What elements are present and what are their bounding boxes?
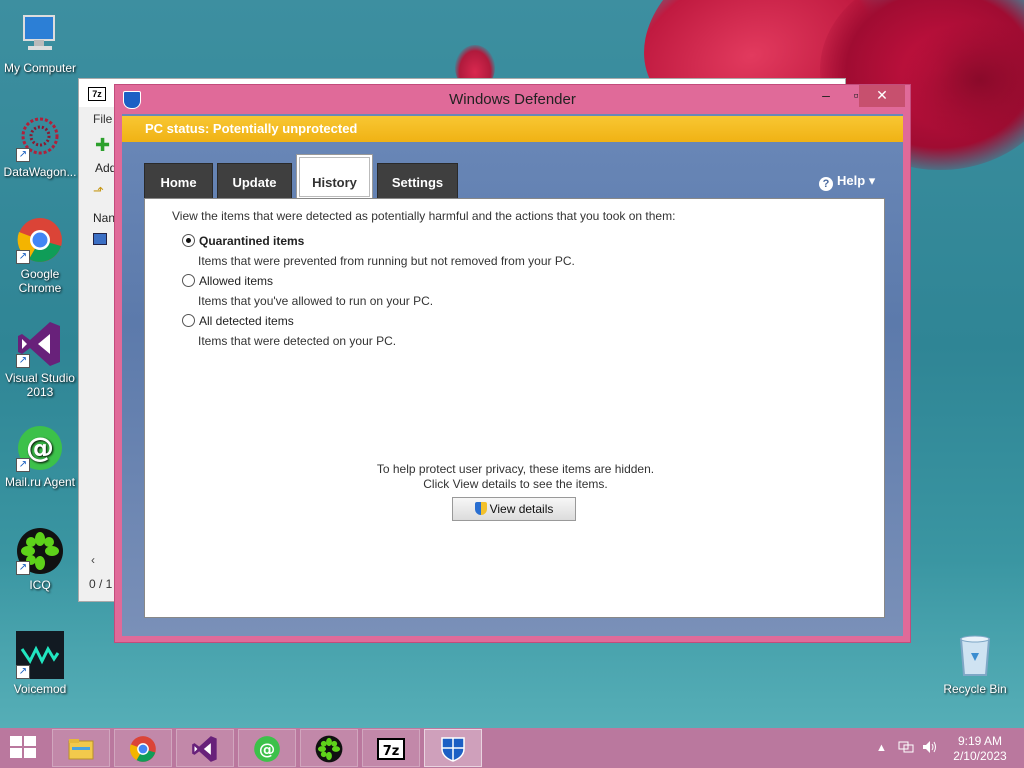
desktop-icon-mail-ru-agent[interactable]: @ ↗ Mail.ru Agent	[0, 424, 80, 489]
privacy-line: Click View details to see the items.	[423, 477, 608, 491]
7zip-menu-file[interactable]: File	[93, 112, 112, 126]
option-description: Items that were prevented from running b…	[198, 254, 575, 268]
radio-all-detected-items[interactable]: All detected items	[182, 314, 294, 328]
taskbar-windows-defender[interactable]	[424, 729, 482, 767]
desktop-icon-icq[interactable]: ↗ ICQ	[0, 527, 80, 592]
tab-history[interactable]: History	[296, 154, 373, 199]
minimize-button[interactable]: –	[811, 85, 841, 107]
taskbar-icq[interactable]	[300, 729, 358, 767]
shortcut-arrow-icon: ↗	[16, 665, 30, 679]
desktop-icon-label: ICQ	[29, 578, 51, 592]
desktop-icon-datawagon[interactable]: ↗ DataWagon...	[0, 114, 80, 179]
file-icon	[93, 233, 107, 245]
tab-update[interactable]: Update	[217, 163, 292, 199]
mail-ru-agent-icon: @	[253, 735, 281, 763]
desktop-icon-label: Google Chrome	[18, 267, 62, 295]
file-explorer-icon	[67, 735, 95, 763]
7zip-logo-icon: 7z	[88, 87, 106, 101]
view-details-label: View details	[489, 502, 554, 516]
option-description: Items that were detected on your PC.	[198, 334, 397, 348]
clock-time: 9:19 AM	[957, 734, 1003, 748]
windows-defender-icon	[439, 735, 467, 763]
desktop-icon-my-computer[interactable]: My Computer	[0, 10, 80, 75]
taskbar: @ 7z ▲ 9:19 AM 2/10/2023	[0, 728, 1024, 768]
privacy-message: To help protect user privacy, these item…	[145, 462, 886, 492]
chrome-icon	[129, 735, 157, 763]
history-intro: View the items that were detected as pot…	[172, 209, 676, 223]
tab-settings[interactable]: Settings	[377, 163, 458, 199]
desktop-icon-label: Mail.ru Agent	[4, 475, 76, 489]
help-label: Help	[837, 173, 866, 188]
voicemod-icon: ↗	[16, 631, 64, 679]
svg-text:@: @	[259, 739, 275, 758]
windows-defender-window[interactable]: Windows Defender – ▫ ✕ PC status: Potent…	[114, 84, 911, 643]
shortcut-arrow-icon: ↗	[16, 458, 30, 472]
uac-shield-icon	[474, 502, 487, 515]
add-icon: ✚	[95, 135, 111, 155]
option-description: Items that you've allowed to run on your…	[198, 294, 434, 308]
close-button[interactable]: ✕	[859, 85, 905, 107]
7zip-name-column[interactable]: Nan	[93, 211, 115, 225]
shortcut-arrow-icon: ↗	[16, 148, 30, 162]
chrome-icon: ↗	[16, 216, 64, 264]
radio-unselected-icon[interactable]	[182, 274, 195, 287]
svg-text:@: @	[26, 431, 54, 464]
defender-body: PC status: Potentially unprotected Home …	[122, 114, 903, 636]
option-label: All detected items	[199, 314, 294, 328]
folder-up-icon[interactable]: ⬏	[93, 183, 104, 199]
desktop-icon-label: DataWagon...	[3, 165, 77, 179]
radio-allowed-items[interactable]: Allowed items	[182, 274, 273, 288]
visual-studio-icon: ↗	[16, 320, 64, 368]
taskbar-file-explorer[interactable]	[52, 729, 110, 767]
shortcut-arrow-icon: ↗	[16, 561, 30, 575]
desktop-icon-label: Visual Studio 2013	[5, 371, 75, 399]
7zip-icon: 7z	[377, 735, 405, 763]
pc-status-banner: PC status: Potentially unprotected	[122, 116, 903, 142]
desktop-icon-label: Recycle Bin	[943, 682, 1007, 696]
recycle-bin-icon	[951, 631, 999, 679]
tab-home[interactable]: Home	[144, 163, 213, 199]
option-label: Allowed items	[199, 274, 274, 288]
radio-quarantined-items[interactable]: Quarantined items	[182, 234, 304, 248]
start-button[interactable]	[10, 736, 38, 760]
visual-studio-icon	[191, 735, 219, 763]
taskbar-visual-studio[interactable]	[176, 729, 234, 767]
view-details-button[interactable]: View details	[452, 497, 576, 521]
chevron-down-icon: ▾	[868, 173, 876, 188]
desktop-icon-label: My Computer	[3, 61, 77, 75]
shortcut-arrow-icon: ↗	[16, 354, 30, 368]
datawagon-icon: ↗	[16, 114, 64, 162]
option-label: Quarantined items	[199, 234, 305, 248]
taskbar-7zip[interactable]: 7z	[362, 729, 420, 767]
window-title: Windows Defender	[449, 91, 576, 108]
history-panel: View the items that were detected as pot…	[144, 198, 885, 618]
taskbar-clock[interactable]: 9:19 AM 2/10/2023	[945, 734, 1015, 764]
icq-icon	[315, 735, 343, 763]
clock-date: 2/10/2023	[953, 749, 1007, 763]
help-icon: ?	[819, 177, 833, 191]
radio-selected-icon[interactable]	[182, 234, 195, 247]
taskbar-google-chrome[interactable]	[114, 729, 172, 767]
svg-text:7z: 7z	[383, 744, 400, 759]
scroll-left-icon[interactable]: ‹	[91, 553, 95, 567]
privacy-line: To help protect user privacy, these item…	[376, 462, 655, 476]
help-menu[interactable]: ? Help ▾	[819, 173, 875, 191]
desktop-icon-visual-studio[interactable]: ↗ Visual Studio 2013	[0, 320, 80, 399]
shortcut-arrow-icon: ↗	[16, 250, 30, 264]
computer-icon	[16, 10, 64, 58]
defender-titlebar[interactable]: Windows Defender – ▫ ✕	[115, 85, 910, 114]
network-icon[interactable]	[898, 740, 914, 757]
icq-icon: ↗	[16, 527, 64, 575]
show-hidden-icons-icon[interactable]: ▲	[876, 742, 887, 754]
desktop-icon-voicemod[interactable]: ↗ Voicemod	[0, 631, 80, 696]
mail-ru-agent-icon: @ ↗	[16, 424, 64, 472]
taskbar-mail-ru-agent[interactable]: @	[238, 729, 296, 767]
desktop-icon-google-chrome[interactable]: ↗ Google Chrome	[0, 216, 80, 295]
radio-unselected-icon[interactable]	[182, 314, 195, 327]
7zip-status: 0 / 1	[89, 577, 113, 591]
volume-icon[interactable]	[922, 740, 938, 757]
desktop-icon-label: Voicemod	[13, 682, 67, 696]
desktop-icon-recycle-bin[interactable]: Recycle Bin	[935, 631, 1015, 696]
